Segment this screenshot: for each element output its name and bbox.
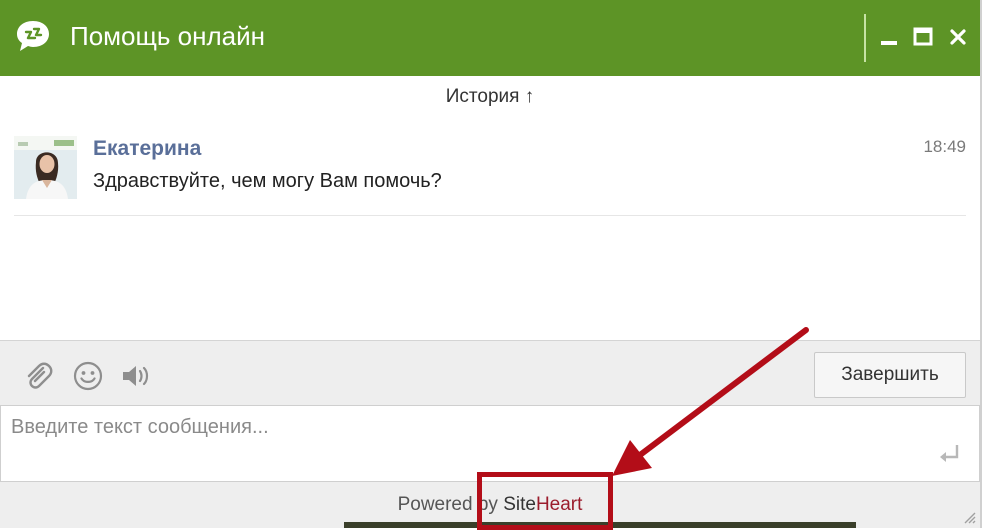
background-page-strip	[344, 522, 856, 528]
window-title: Помощь онлайн	[70, 21, 265, 51]
sound-icon[interactable]	[120, 360, 152, 392]
chat-toolbar: Завершить	[0, 340, 980, 406]
smiley-icon[interactable]	[72, 360, 104, 392]
enter-icon[interactable]	[937, 442, 961, 466]
message-author: Екатерина	[93, 137, 202, 160]
history-link[interactable]: История ↑	[446, 86, 534, 107]
brand-site[interactable]: Site	[503, 494, 536, 515]
close-icon[interactable]	[947, 26, 969, 48]
message-composer	[0, 405, 980, 482]
powered-by-text: Powered by SiteHeart	[0, 494, 980, 516]
resize-grip-icon[interactable]	[962, 510, 976, 524]
paperclip-icon[interactable]	[22, 360, 54, 392]
chat-window: Помощь онлайн История ↑ Екатерина 18:49	[0, 0, 982, 528]
minimize-icon[interactable]	[878, 26, 900, 48]
chat-bubble-logo-icon	[17, 21, 49, 51]
message-input[interactable]	[9, 414, 913, 476]
message-time: 18:49	[923, 137, 966, 156]
avatar	[14, 136, 77, 199]
message-item: Екатерина 18:49 Здравствуйте, чем могу В…	[14, 135, 966, 216]
brand-heart[interactable]: Heart	[536, 494, 582, 515]
maximize-icon[interactable]	[912, 26, 934, 48]
title-separator	[864, 14, 866, 62]
history-bar: История ↑	[0, 86, 980, 108]
powered-by-prefix: Powered by	[397, 494, 504, 515]
title-bar: Помощь онлайн	[0, 0, 980, 76]
end-chat-button[interactable]: Завершить	[814, 352, 966, 398]
message-text: Здравствуйте, чем могу Вам помочь?	[93, 170, 442, 192]
